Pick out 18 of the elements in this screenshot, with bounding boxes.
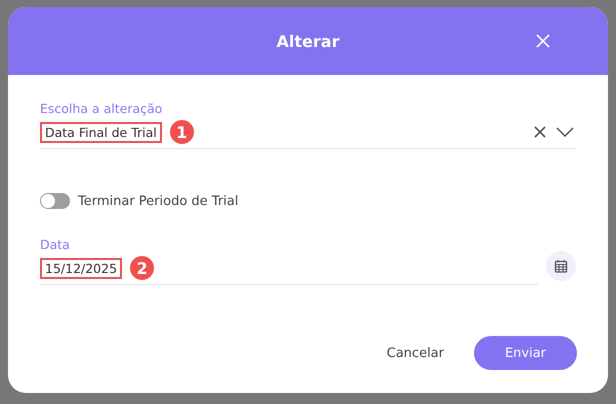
annotated-value: Data Final de Trial xyxy=(40,122,162,142)
toggle-label: Terminar Periodo de Trial xyxy=(78,194,238,208)
toggle-switch[interactable] xyxy=(40,193,70,209)
cancel-button[interactable]: Cancelar xyxy=(386,346,444,360)
clear-icon[interactable] xyxy=(534,126,546,138)
annotation-marker: 1 xyxy=(170,120,194,144)
select-field[interactable]: Data Final de Trial 1 xyxy=(40,120,576,149)
annotated-value: 15/12/2025 xyxy=(40,258,122,278)
chevron-down-icon[interactable] xyxy=(556,127,574,137)
field-label: Data xyxy=(40,237,71,252)
submit-button[interactable]: Enviar xyxy=(474,336,577,370)
close-icon[interactable] xyxy=(536,34,550,48)
annotation-marker: 2 xyxy=(130,256,154,280)
field-label: Escolha a alteração xyxy=(40,101,164,116)
dialog-title: Alterar xyxy=(276,32,340,50)
calendar-icon xyxy=(554,259,568,273)
calendar-button[interactable] xyxy=(546,251,576,281)
date-field[interactable]: 15/12/2025 2 xyxy=(40,256,538,285)
